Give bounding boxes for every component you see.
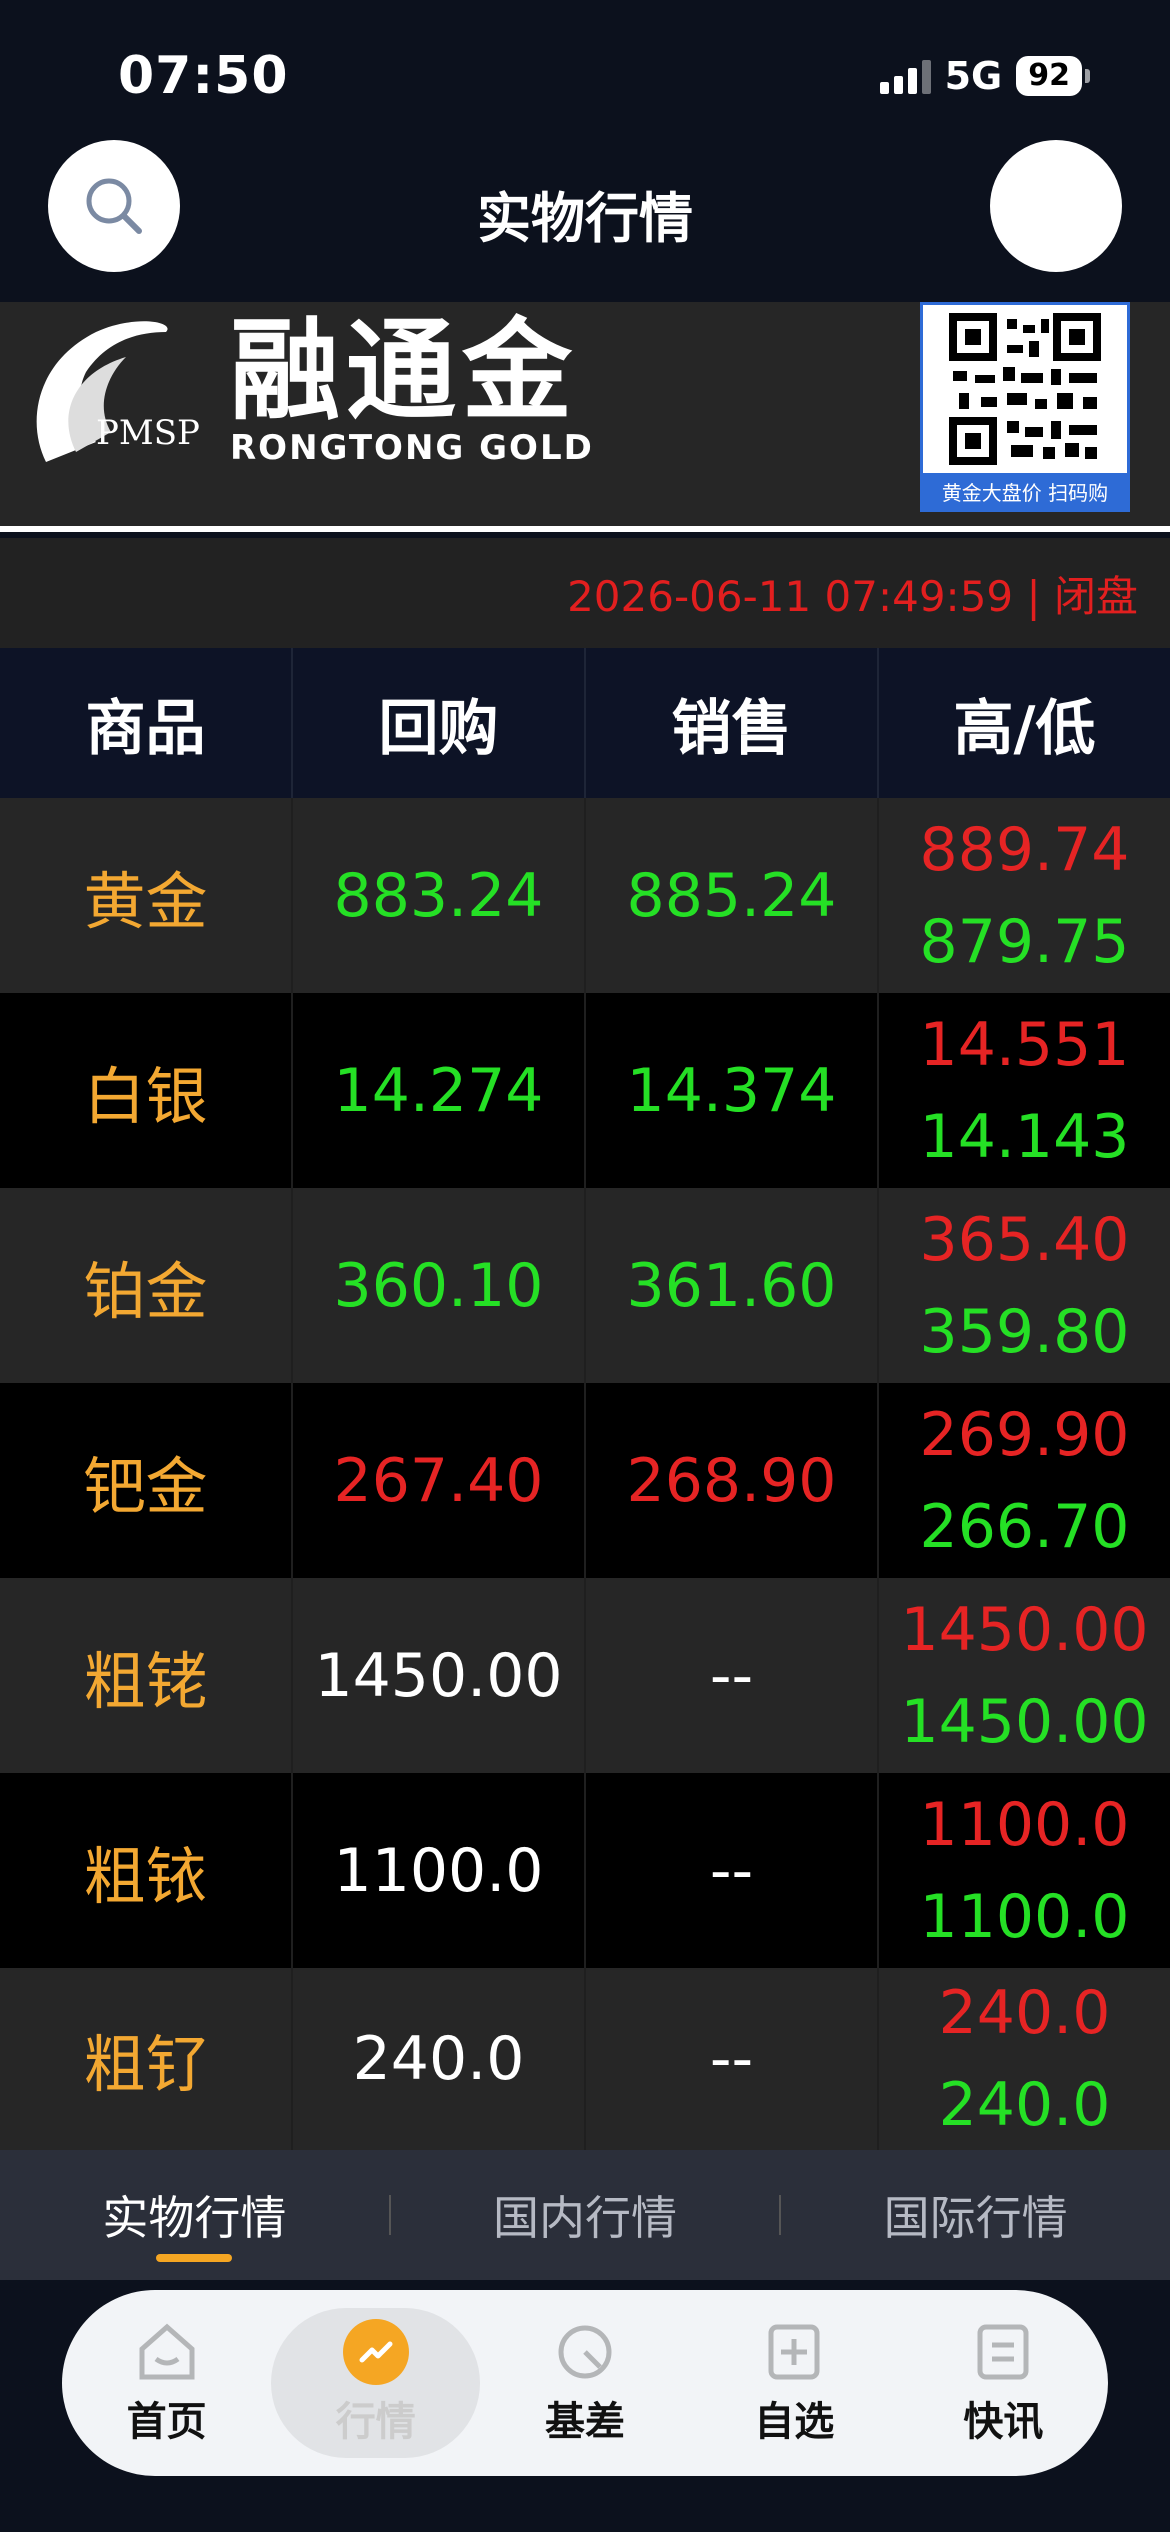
- product-name: 钯金: [0, 1383, 293, 1578]
- top-nav: 实物行情: [0, 140, 1170, 300]
- signal-icon: [879, 58, 931, 94]
- status-icons: 5G 92: [879, 54, 1090, 98]
- tab-physical-market[interactable]: 实物行情: [0, 2150, 389, 2280]
- network-label: 5G: [944, 54, 1003, 98]
- news-icon: [977, 2324, 1029, 2380]
- low-price: 14.143: [919, 1101, 1130, 1172]
- nav-basis-label: 基差: [545, 2399, 625, 2445]
- sell-price: --: [586, 1773, 879, 1968]
- table-row[interactable]: 铂金 360.10 361.60 365.40 359.80: [0, 1188, 1170, 1383]
- sell-price: 885.24: [586, 798, 879, 993]
- nav-watchlist-label: 自选: [754, 2399, 835, 2445]
- brand-name-en: RONGTONG GOLD: [230, 428, 594, 468]
- buyback-price: 883.24: [293, 798, 586, 993]
- header-high-low: 高/低: [953, 693, 1096, 764]
- low-price: 1450.00: [900, 1686, 1149, 1757]
- high-price: 1450.00: [900, 1594, 1149, 1665]
- table-row[interactable]: 粗铑 1450.00 -- 1450.00 1450.00: [0, 1578, 1170, 1773]
- header-buyback: 回购: [293, 648, 586, 798]
- nav-news[interactable]: 快讯: [899, 2290, 1108, 2476]
- product-name: 粗铱: [0, 1773, 293, 1968]
- product-name: 白银: [0, 993, 293, 1188]
- price-table: 商品 回购 销售 高/低 黄金 883.24 885.24 889.74 879.…: [0, 648, 1170, 2150]
- table-row[interactable]: 黄金 883.24 885.24 889.74 879.75: [0, 798, 1170, 993]
- add-watchlist-icon: [768, 2324, 820, 2380]
- table-row[interactable]: 粗钌 240.0 -- 240.0 240.0: [0, 1968, 1170, 2150]
- brand-name-cn: 融通金: [230, 307, 578, 435]
- low-price: 359.80: [919, 1296, 1130, 1367]
- sell-price: 361.60: [586, 1188, 879, 1383]
- product-name: 黄金: [0, 798, 293, 993]
- trend-icon: [342, 2319, 409, 2385]
- high-price: 240.0: [938, 1978, 1111, 2048]
- table-row[interactable]: 粗铱 1100.0 -- 1100.0 1100.0: [0, 1773, 1170, 1968]
- bottom-nav: 首页 行情 基差 自选 快讯: [0, 2280, 1170, 2532]
- market-subtabs: 实物行情 国内行情 国际行情: [0, 2150, 1170, 2280]
- buyback-price: 240.0: [293, 1968, 586, 2150]
- high-price: 14.551: [919, 1009, 1130, 1080]
- low-price: 240.0: [938, 2070, 1111, 2140]
- product-name: 粗铑: [0, 1578, 293, 1773]
- low-price: 879.75: [919, 906, 1130, 977]
- brand-logo: PMSP 融通金 RONGTONG GOLD: [16, 312, 594, 472]
- table-row[interactable]: 钯金 267.40 268.90 269.90 266.70: [0, 1383, 1170, 1578]
- status-time: 07:50: [118, 46, 289, 106]
- gauge-icon: [558, 2325, 612, 2379]
- buyback-price: 1450.00: [293, 1578, 586, 1773]
- low-price: 266.70: [919, 1491, 1130, 1562]
- buyback-price: 360.10: [293, 1188, 586, 1383]
- nav-news-label: 快讯: [963, 2399, 1044, 2445]
- high-price: 889.74: [919, 814, 1130, 885]
- nav-market[interactable]: 行情: [271, 2308, 481, 2458]
- header-sell: 销售: [586, 648, 879, 798]
- high-price: 1100.0: [919, 1789, 1130, 1860]
- tab-international-market[interactable]: 国际行情: [781, 2150, 1170, 2280]
- nav-market-label: 行情: [335, 2399, 416, 2445]
- nav-watchlist[interactable]: 自选: [690, 2290, 899, 2476]
- buyback-price: 1100.0: [293, 1773, 586, 1968]
- nav-basis[interactable]: 基差: [480, 2290, 689, 2476]
- high-price: 365.40: [919, 1204, 1130, 1275]
- home-icon: [139, 2323, 195, 2380]
- sell-price: --: [586, 1578, 879, 1773]
- sell-price: 14.374: [586, 993, 879, 1188]
- nav-home[interactable]: 首页: [62, 2290, 271, 2476]
- low-price: 1100.0: [919, 1881, 1130, 1952]
- buyback-price: 267.40: [293, 1383, 586, 1578]
- nav-home-label: 首页: [126, 2399, 207, 2445]
- quote-timestamp: 2026-06-11 07:49:59 | 闭盘: [567, 571, 1138, 621]
- sell-price: --: [586, 1968, 879, 2150]
- brand-banner[interactable]: PMSP 融通金 RONGTONG GOLD 黄金大盘价 扫码购: [0, 302, 1170, 532]
- brand-prefix: PMSP: [96, 413, 200, 453]
- quote-timestamp-row: 2026-06-11 07:49:59 | 闭盘: [0, 538, 1170, 648]
- table-row[interactable]: 白银 14.274 14.374 14.551 14.143: [0, 993, 1170, 1188]
- qr-code-icon: [949, 313, 1101, 465]
- qr-code[interactable]: 黄金大盘价 扫码购: [920, 302, 1130, 512]
- menu-button[interactable]: [990, 140, 1122, 272]
- status-bar: 07:50 5G 92: [0, 0, 1170, 140]
- sell-price: 268.90: [586, 1383, 879, 1578]
- bottom-nav-bar: 首页 行情 基差 自选 快讯: [62, 2290, 1108, 2476]
- battery-level: 92: [1016, 56, 1082, 96]
- product-name: 粗钌: [0, 1968, 293, 2150]
- buyback-price: 14.274: [293, 993, 586, 1188]
- header-product: 商品: [0, 648, 293, 798]
- product-name: 铂金: [0, 1188, 293, 1383]
- high-price: 269.90: [919, 1399, 1130, 1470]
- qr-caption: 黄金大盘价 扫码购: [923, 473, 1127, 509]
- table-header: 商品 回购 销售 高/低: [0, 648, 1170, 798]
- battery-icon: 92: [1016, 56, 1090, 96]
- dragon-logo-icon: PMSP: [36, 321, 200, 462]
- tab-domestic-market[interactable]: 国内行情: [391, 2150, 780, 2280]
